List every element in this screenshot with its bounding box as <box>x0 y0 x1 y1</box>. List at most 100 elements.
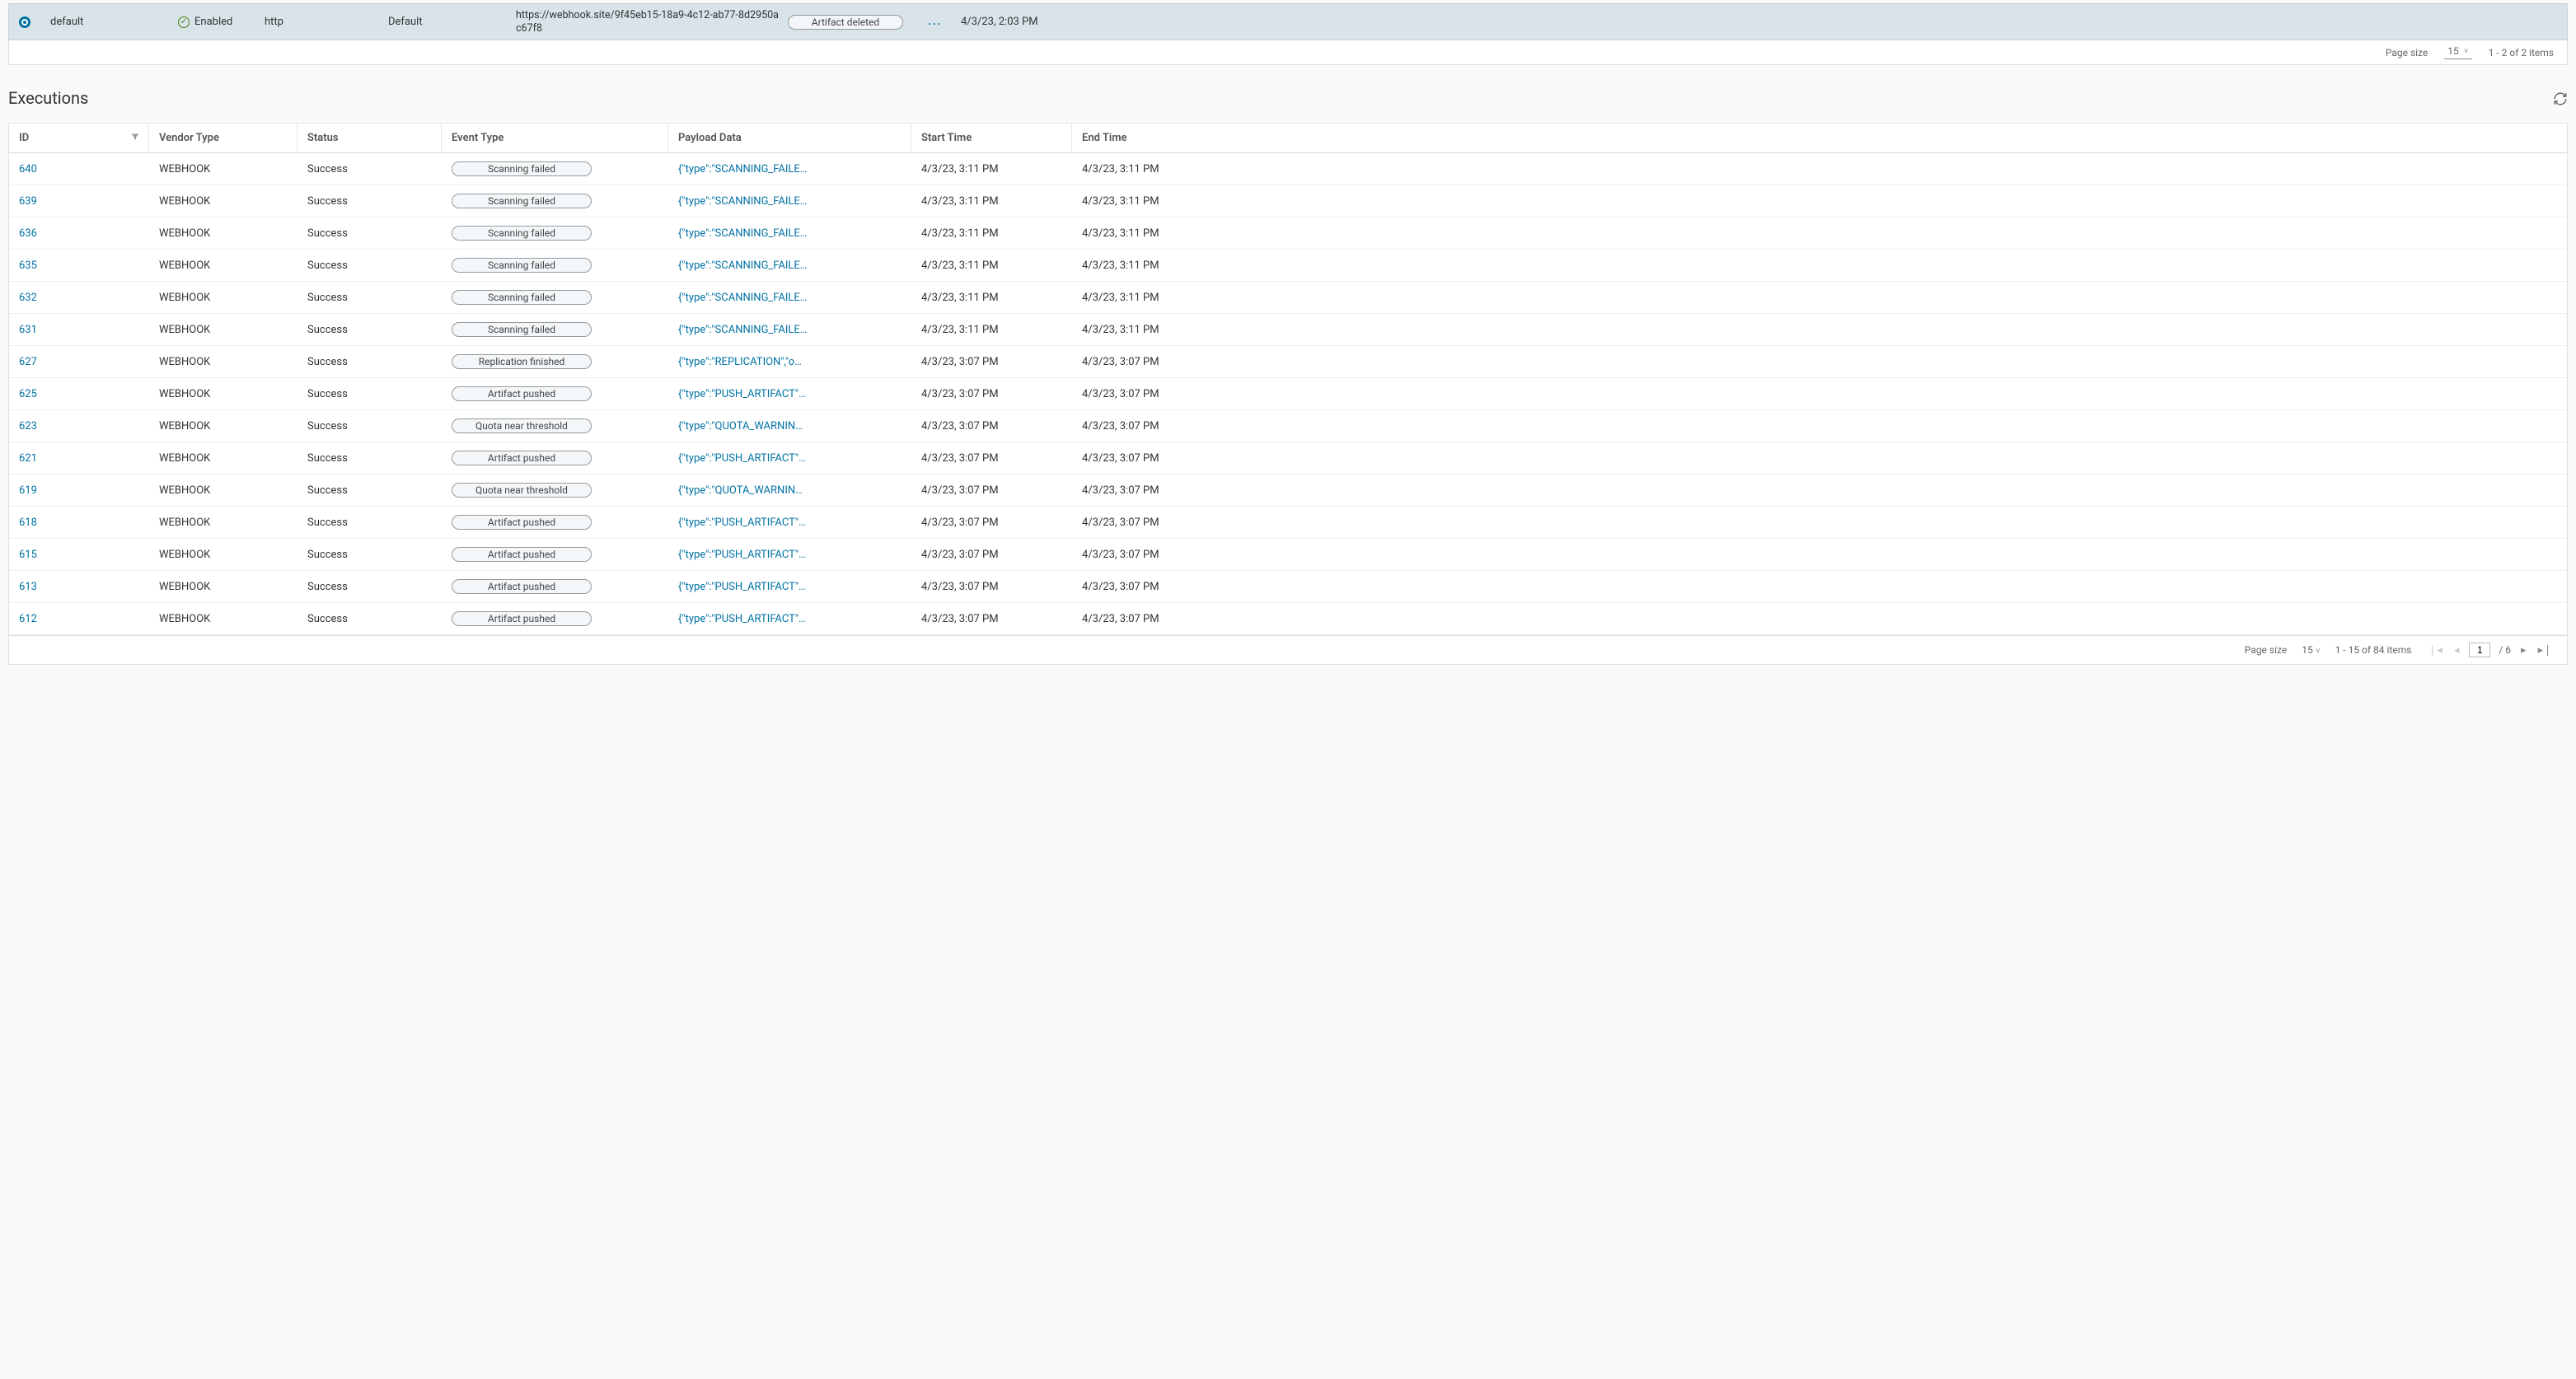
cell-event: Scanning failed <box>442 282 668 313</box>
cell-end: 4/3/23, 3:07 PM <box>1072 573 2567 601</box>
cell-status: Success <box>297 605 442 633</box>
cell-event: Artifact pushed <box>442 603 668 634</box>
execution-id-link[interactable]: 627 <box>19 356 37 368</box>
cell-status: Success <box>297 219 442 248</box>
table-row: 621WEBHOOKSuccessArtifact pushed{"type":… <box>9 442 2567 474</box>
webhook-status: Enabled <box>178 16 265 28</box>
col-end[interactable]: End Time <box>1072 124 2567 152</box>
cell-end: 4/3/23, 3:11 PM <box>1072 251 2567 280</box>
payload-link[interactable]: {"type":"SCANNING_FAILE… <box>668 316 911 344</box>
table-row: 631WEBHOOKSuccessScanning failed{"type":… <box>9 314 2567 346</box>
cell-end: 4/3/23, 3:07 PM <box>1072 476 2567 505</box>
next-page-icon[interactable]: ▸ <box>2519 644 2528 657</box>
event-pill: Artifact pushed <box>452 386 592 401</box>
payload-link[interactable]: {"type":"SCANNING_FAILE… <box>668 187 911 216</box>
payload-link[interactable]: {"type":"PUSH_ARTIFACT"… <box>668 444 911 473</box>
cell-status: Success <box>297 573 442 601</box>
current-page-input[interactable] <box>2469 643 2490 657</box>
table-row: 623WEBHOOKSuccessQuota near threshold{"t… <box>9 410 2567 442</box>
webhook-name: default <box>50 16 178 28</box>
cell-start: 4/3/23, 3:11 PM <box>911 316 1072 344</box>
last-page-icon[interactable]: ▸❘ <box>2536 644 2554 657</box>
cell-status: Success <box>297 283 442 312</box>
page-size-select[interactable]: 15 ˅ <box>2444 45 2471 59</box>
execution-id-link[interactable]: 635 <box>19 259 37 272</box>
webhook-type: http <box>265 16 388 28</box>
filter-icon[interactable] <box>130 132 140 145</box>
event-pill: Artifact deleted <box>788 15 903 30</box>
cell-event: Quota near threshold <box>442 474 668 506</box>
webhook-list-pager: Page size 15 ˅ 1 - 2 of 2 items <box>8 40 2568 65</box>
cell-event: Artifact pushed <box>442 378 668 409</box>
execution-id-link[interactable]: 615 <box>19 549 37 561</box>
cell-end: 4/3/23, 3:07 PM <box>1072 380 2567 409</box>
refresh-icon[interactable] <box>2553 91 2568 105</box>
col-event[interactable]: Event Type <box>442 124 668 152</box>
cell-event: Scanning failed <box>442 217 668 249</box>
cell-end: 4/3/23, 3:11 PM <box>1072 155 2567 184</box>
cell-status: Success <box>297 155 442 184</box>
event-pill: Artifact pushed <box>452 515 592 530</box>
execution-id-link[interactable]: 639 <box>19 195 37 208</box>
cell-status: Success <box>297 251 442 280</box>
cell-event: Replication finished <box>442 346 668 377</box>
radio-selected-icon[interactable] <box>19 16 30 28</box>
execution-id-link[interactable]: 618 <box>19 517 37 529</box>
execution-id-link[interactable]: 621 <box>19 452 37 465</box>
cell-vendor: WEBHOOK <box>149 187 297 216</box>
col-payload[interactable]: Payload Data <box>668 124 911 152</box>
webhook-time: 4/3/23, 2:03 PM <box>961 16 1093 28</box>
execution-id-link[interactable]: 623 <box>19 420 37 432</box>
execution-id-link[interactable]: 640 <box>19 163 37 175</box>
payload-link[interactable]: {"type":"REPLICATION","o… <box>668 348 911 376</box>
execution-id-link[interactable]: 619 <box>19 484 37 497</box>
cell-end: 4/3/23, 3:11 PM <box>1072 283 2567 312</box>
table-header: ID Vendor Type Status Event Type Payload… <box>9 124 2567 153</box>
cell-status: Success <box>297 508 442 537</box>
payload-link[interactable]: {"type":"SCANNING_FAILE… <box>668 155 911 184</box>
payload-link[interactable]: {"type":"SCANNING_FAILE… <box>668 251 911 280</box>
execution-id-link[interactable]: 636 <box>19 227 37 240</box>
execution-id-link[interactable]: 612 <box>19 613 37 625</box>
executions-table: ID Vendor Type Status Event Type Payload… <box>8 123 2568 665</box>
col-vendor[interactable]: Vendor Type <box>149 124 297 152</box>
execution-id-link[interactable]: 632 <box>19 292 37 304</box>
payload-link[interactable]: {"type":"PUSH_ARTIFACT"… <box>668 573 911 601</box>
cell-start: 4/3/23, 3:07 PM <box>911 348 1072 376</box>
event-pill: Scanning failed <box>452 322 592 337</box>
payload-link[interactable]: {"type":"SCANNING_FAILE… <box>668 219 911 248</box>
payload-link[interactable]: {"type":"PUSH_ARTIFACT"… <box>668 508 911 537</box>
table-row: 632WEBHOOKSuccessScanning failed{"type":… <box>9 282 2567 314</box>
payload-link[interactable]: {"type":"PUSH_ARTIFACT"… <box>668 605 911 633</box>
event-pill: Scanning failed <box>452 258 592 273</box>
event-pill: Replication finished <box>452 354 592 369</box>
cell-event: Scanning failed <box>442 153 668 185</box>
payload-link[interactable]: {"type":"SCANNING_FAILE… <box>668 283 911 312</box>
cell-end: 4/3/23, 3:11 PM <box>1072 187 2567 216</box>
prev-page-icon[interactable]: ◂ <box>2452 644 2461 657</box>
cell-vendor: WEBHOOK <box>149 476 297 505</box>
webhook-status-text: Enabled <box>194 16 232 28</box>
cell-status: Success <box>297 476 442 505</box>
first-page-icon[interactable]: ❘◂ <box>2426 644 2443 657</box>
webhook-selected-row[interactable]: default Enabled http Default https://web… <box>8 3 2568 40</box>
cell-start: 4/3/23, 3:07 PM <box>911 476 1072 505</box>
col-id[interactable]: ID <box>9 124 149 152</box>
col-id-label: ID <box>19 132 29 144</box>
execution-id-link[interactable]: 613 <box>19 581 37 593</box>
col-status[interactable]: Status <box>297 124 442 152</box>
payload-link[interactable]: {"type":"PUSH_ARTIFACT"… <box>668 540 911 569</box>
payload-link[interactable]: {"type":"PUSH_ARTIFACT"… <box>668 380 911 409</box>
cell-start: 4/3/23, 3:07 PM <box>911 605 1072 633</box>
payload-link[interactable]: {"type":"QUOTA_WARNIN… <box>668 412 911 441</box>
execution-id-link[interactable]: 625 <box>19 388 37 400</box>
cell-start: 4/3/23, 3:07 PM <box>911 508 1072 537</box>
cell-event: Artifact pushed <box>442 507 668 538</box>
cell-vendor: WEBHOOK <box>149 605 297 633</box>
col-start[interactable]: Start Time <box>911 124 1072 152</box>
page-size-select[interactable]: 15 ˅ <box>2302 644 2320 656</box>
cell-start: 4/3/23, 3:11 PM <box>911 283 1072 312</box>
more-actions-icon[interactable]: ... <box>928 16 961 28</box>
execution-id-link[interactable]: 631 <box>19 324 37 336</box>
payload-link[interactable]: {"type":"QUOTA_WARNIN… <box>668 476 911 505</box>
